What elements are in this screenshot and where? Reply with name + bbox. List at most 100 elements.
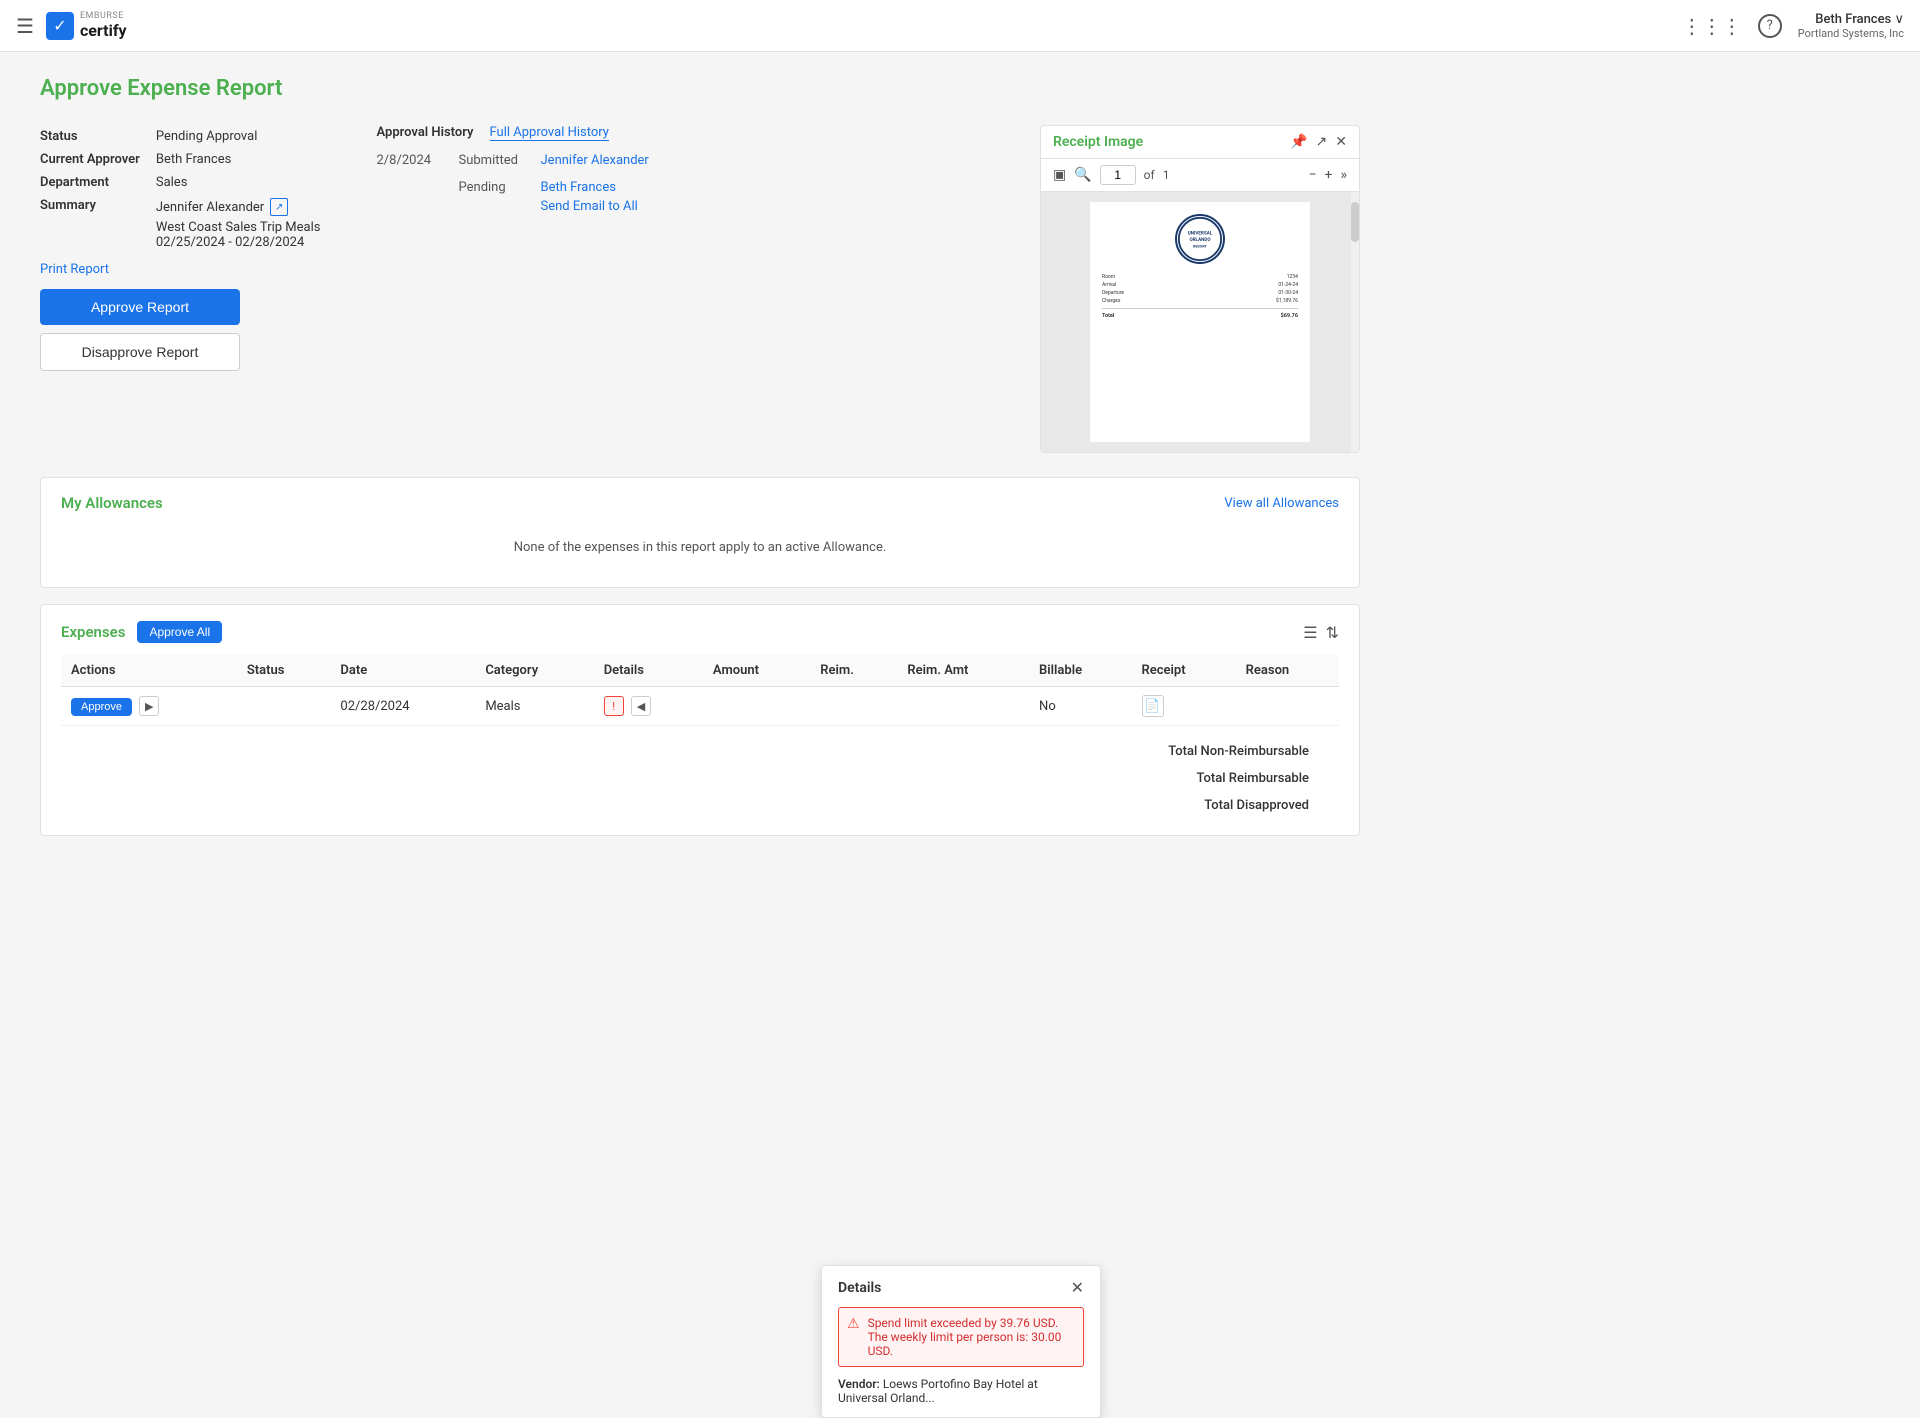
- details-warning-icon: ⚠: [847, 1316, 860, 1358]
- user-menu[interactable]: Beth Frances ∨ Portland Systems, Inc: [1798, 12, 1904, 40]
- approve-all-button[interactable]: Approve All: [137, 621, 222, 643]
- allowances-section: My Allowances View all Allowances None o…: [40, 477, 1360, 588]
- status-row: Status Pending Approval: [40, 125, 337, 148]
- logo-text-area: emburse certify: [80, 12, 127, 39]
- receipt-navigate-icon[interactable]: »: [1340, 167, 1347, 183]
- view-allowances-link[interactable]: View all Allowances: [1224, 496, 1339, 511]
- receipt-toolbar: ▣ 🔍 of 1 − + »: [1041, 159, 1359, 192]
- summary-submitter: Jennifer Alexander: [156, 200, 264, 215]
- expenses-sort-icon[interactable]: ⇅: [1326, 623, 1339, 642]
- row-receipt-doc-icon[interactable]: 📄: [1142, 695, 1164, 717]
- svg-text:UNIVERSAL: UNIVERSAL: [1188, 230, 1213, 236]
- receipt-content: Room1234 Arrival01-24-24 Departure01-30-…: [1102, 274, 1298, 319]
- col-reim-amt: Reim. Amt: [897, 655, 1029, 687]
- col-reason: Reason: [1236, 655, 1339, 687]
- details-popup: Details ✕ ⚠ Spend limit exceeded by 39.7…: [821, 1265, 1101, 1418]
- approver-row: Current Approver Beth Frances: [40, 148, 337, 171]
- total-disapproved-label: Total Disapproved: [1204, 798, 1329, 813]
- disapprove-report-button[interactable]: Disapprove Report: [40, 333, 240, 371]
- department-label: Department: [40, 171, 156, 194]
- history-pending-status: Pending: [459, 180, 529, 195]
- approval-history-label: Approval History: [377, 125, 474, 140]
- row-reim-cell: [810, 687, 897, 726]
- receipt-page-input[interactable]: [1100, 165, 1136, 185]
- col-amount: Amount: [703, 655, 810, 687]
- receipt-panel-toggle-icon[interactable]: ▣: [1053, 167, 1066, 183]
- history-pending-link[interactable]: Beth Frances: [541, 180, 638, 195]
- row-action-arrow-icon[interactable]: ▶: [139, 696, 159, 716]
- summary-description: West Coast Sales Trip Meals: [156, 220, 321, 235]
- report-details: Status Pending Approval Current Approver…: [40, 125, 337, 453]
- full-approval-history-link[interactable]: Full Approval History: [490, 125, 609, 141]
- row-detail-x-icon[interactable]: ◀: [631, 696, 651, 716]
- total-reimbursable-label: Total Reimbursable: [1197, 771, 1330, 786]
- receipt-pin-icon[interactable]: 📌: [1290, 134, 1307, 150]
- totals-area: Total Non-Reimbursable Total Reimbursabl…: [61, 738, 1339, 819]
- history-submitted-status: Submitted: [459, 153, 529, 168]
- expenses-table-body: Approve ▶ 02/28/2024 Meals ! ◀ No: [61, 687, 1339, 726]
- expenses-table-head: Actions Status Date Category Details Amo…: [61, 655, 1339, 687]
- allowances-title: My Allowances: [61, 494, 163, 512]
- approve-report-button[interactable]: Approve Report: [40, 289, 240, 325]
- print-report-link[interactable]: Print Report: [40, 262, 337, 277]
- details-vendor-label: Vendor:: [838, 1377, 880, 1391]
- history-submitted-actions: Jennifer Alexander: [541, 153, 649, 168]
- receipt-zoom-out-icon[interactable]: −: [1308, 167, 1316, 183]
- details-close-button[interactable]: ✕: [1071, 1278, 1084, 1297]
- details-vendor: Vendor: Loews Portofino Bay Hotel at Uni…: [838, 1377, 1084, 1405]
- expenses-table-header-row: Actions Status Date Category Details Amo…: [61, 655, 1339, 687]
- row-approve-button[interactable]: Approve: [71, 698, 132, 716]
- receipt-document: UNIVERSAL ORLANDO RESORT Room1234 Arriva…: [1090, 202, 1310, 442]
- receipt-zoom-in-icon[interactable]: +: [1324, 167, 1332, 183]
- summary-row: Summary Jennifer Alexander ↗ West Coast …: [40, 194, 337, 254]
- status-label: Status: [40, 125, 156, 148]
- app-logo: ✓ emburse certify: [46, 12, 127, 40]
- row-reason-cell: [1236, 687, 1339, 726]
- receipt-close-icon[interactable]: ✕: [1335, 134, 1347, 150]
- table-row: Approve ▶ 02/28/2024 Meals ! ◀ No: [61, 687, 1339, 726]
- details-warning-text: Spend limit exceeded by 39.76 USD. The w…: [868, 1316, 1075, 1358]
- expenses-list-icon[interactable]: ☰: [1303, 623, 1317, 642]
- receipt-external-icon[interactable]: ↗: [1316, 134, 1328, 150]
- row-warning-icon[interactable]: !: [604, 696, 624, 716]
- history-submitter-link[interactable]: Jennifer Alexander: [541, 153, 649, 168]
- apps-grid-icon[interactable]: ⋮⋮⋮: [1682, 14, 1742, 38]
- main-content: Approve Expense Report Status Pending Ap…: [0, 52, 1400, 860]
- total-non-reimbursable-row: Total Non-Reimbursable: [61, 738, 1339, 765]
- menu-hamburger-icon[interactable]: ☰: [16, 14, 34, 38]
- approver-value: Beth Frances: [156, 148, 337, 171]
- row-billable-cell: No: [1029, 687, 1131, 726]
- receipt-page-total: 1: [1163, 168, 1170, 182]
- col-status: Status: [237, 655, 331, 687]
- details-warning-box: ⚠ Spend limit exceeded by 39.76 USD. The…: [838, 1307, 1084, 1367]
- receipt-body: UNIVERSAL ORLANDO RESORT Room1234 Arriva…: [1041, 192, 1359, 452]
- receipt-zoom-icon[interactable]: 🔍: [1074, 167, 1091, 183]
- department-value: Sales: [156, 171, 337, 194]
- history-pending-row: Pending Beth Frances Send Email to All: [377, 180, 649, 214]
- allowances-header: My Allowances View all Allowances: [61, 494, 1339, 512]
- row-category-cell: Meals: [475, 687, 593, 726]
- history-pending-actions: Beth Frances Send Email to All: [541, 180, 638, 214]
- app-header: ☰ ✓ emburse certify ⋮⋮⋮ ? Beth Frances ∨…: [0, 0, 1920, 52]
- report-info-section: Status Pending Approval Current Approver…: [40, 125, 1360, 453]
- help-icon[interactable]: ?: [1758, 14, 1782, 38]
- row-date-cell: 02/28/2024: [330, 687, 475, 726]
- row-reim-amt-cell: [897, 687, 1029, 726]
- history-send-email-link[interactable]: Send Email to All: [541, 199, 638, 214]
- col-details: Details: [594, 655, 703, 687]
- col-actions: Actions: [61, 655, 237, 687]
- row-receipt-cell: 📄: [1132, 687, 1236, 726]
- receipt-scrollbar[interactable]: [1351, 192, 1359, 452]
- total-reimbursable-row: Total Reimbursable: [61, 765, 1339, 792]
- spacer: [689, 125, 1000, 453]
- receipt-panel-header: Receipt Image 📌 ↗ ✕: [1041, 126, 1359, 159]
- logo-certify-text: certify: [80, 22, 127, 40]
- expenses-section: Expenses Approve All ☰ ⇅ Actions Status …: [40, 604, 1360, 836]
- col-billable: Billable: [1029, 655, 1131, 687]
- expenses-toolbar-right: ☰ ⇅: [1303, 623, 1339, 642]
- summary-link-icon[interactable]: ↗: [270, 198, 288, 216]
- allowances-message: None of the expenses in this report appl…: [61, 524, 1339, 571]
- header-right: ⋮⋮⋮ ? Beth Frances ∨ Portland Systems, I…: [1682, 12, 1904, 40]
- receipt-panel: Receipt Image 📌 ↗ ✕ ▣ 🔍 of 1 − + »: [1040, 125, 1360, 453]
- svg-text:ORLANDO: ORLANDO: [1189, 237, 1210, 243]
